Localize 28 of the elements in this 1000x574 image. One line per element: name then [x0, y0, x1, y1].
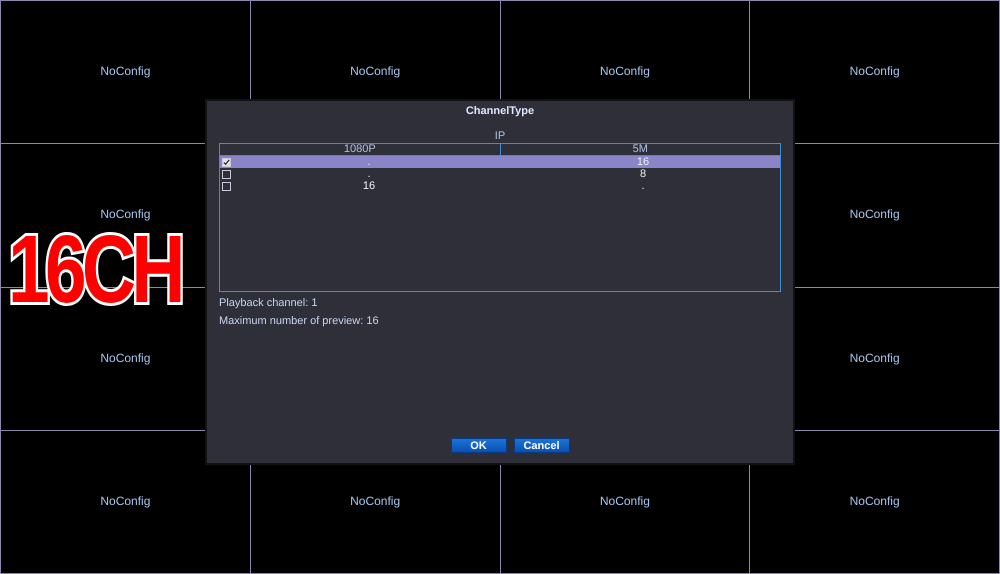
tile-label: NoConfig: [850, 350, 900, 365]
dialog-title: ChannelType: [464, 104, 536, 117]
tile-label: NoConfig: [850, 64, 900, 78]
table-row[interactable]: 16 .: [220, 180, 780, 192]
tile-label: NoConfig: [350, 494, 400, 508]
tile-label: NoConfig: [100, 350, 150, 365]
table-row[interactable]: . 8: [220, 168, 780, 180]
tile-label: NoConfig: [600, 494, 650, 508]
table-cell-text: .: [366, 156, 372, 168]
dialog-button[interactable]: Cancel: [514, 438, 570, 453]
tile-label: NoConfig: [100, 494, 150, 508]
tile-label: NoConfig: [850, 207, 900, 222]
info-text: Playback channel: 1: [219, 296, 318, 310]
tile-label: NoConfig: [350, 64, 400, 78]
checkbox[interactable]: [222, 158, 230, 166]
group-label: IP: [494, 130, 506, 142]
column-header: 5M: [500, 144, 780, 155]
tile-label: NoConfig: [600, 64, 650, 78]
table-cell-text: 16: [636, 156, 650, 168]
tile-label: NoConfig: [850, 494, 900, 508]
info-text: Maximum number of preview: 16: [219, 314, 380, 328]
table-cell-text: .: [640, 180, 646, 192]
dialog-button[interactable]: OK: [450, 438, 506, 453]
tile-label: NoConfig: [100, 64, 150, 78]
column-header: 1080P: [342, 144, 377, 155]
table-cell-text: 8: [638, 168, 648, 180]
table-cell-text: .: [366, 168, 372, 180]
table-cell-text: 16: [362, 180, 376, 192]
